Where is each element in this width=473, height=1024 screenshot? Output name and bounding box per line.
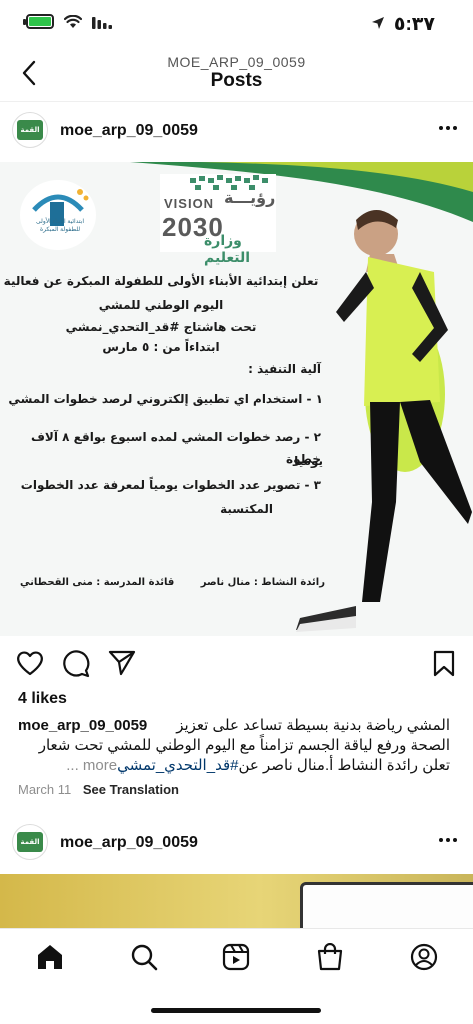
post-image[interactable]: ابتدائية الأبناء الأولى للطفولة المبكرة … xyxy=(0,162,473,636)
school-logo xyxy=(20,180,96,250)
reels-icon[interactable] xyxy=(222,943,250,971)
wifi-icon xyxy=(64,14,82,28)
home-icon[interactable] xyxy=(36,943,64,971)
status-bar: ٥:٣٧ xyxy=(0,0,473,48)
comment-icon[interactable] xyxy=(62,650,90,678)
shop-icon[interactable] xyxy=(316,943,344,971)
likes-count[interactable]: 4 likes xyxy=(18,690,67,708)
post-meta: March 11 See Translation xyxy=(18,782,179,797)
poster-line-2: اليوم الوطني للمشي xyxy=(98,298,224,312)
caption-text-2: الصحة ورفع لياقة الجسم تزامناً مع اليوم … xyxy=(38,737,450,754)
caption-text-1: المشي رياضة بدنية بسيطة تساعد على تعزيز xyxy=(176,717,450,734)
post-date: March 11 xyxy=(18,782,72,797)
search-icon[interactable] xyxy=(130,943,158,971)
avatar[interactable]: القمة xyxy=(12,824,48,860)
post2-monitor xyxy=(300,882,473,934)
profile-icon[interactable] xyxy=(410,943,438,971)
ministry-name: وزارة التعليم xyxy=(204,232,251,265)
page-title: Posts xyxy=(210,70,263,91)
battery-charging-icon xyxy=(23,14,54,29)
poster-principal: قائدة المدرسة : منى القحطاني xyxy=(20,577,175,588)
poster-step-1: ١ - استخدام اي تطبيق إلكتروني لرصد خطوات… xyxy=(8,392,323,406)
poster-line-3: تحت هاشتاج #قد_التحدي_نمشي xyxy=(65,320,257,334)
more-options-button[interactable] xyxy=(439,838,457,842)
post-actions xyxy=(0,646,473,682)
poster-line-1: تعلن إبتدائية الأبناء الأولى للطفولة الم… xyxy=(3,274,319,288)
post2-header: القمة moe_arp_09_0059 xyxy=(0,820,473,870)
poster-mechanism-title: آلية التنفيذ : xyxy=(248,362,321,376)
post-caption: moe_arp_09_0059 المشي رياضة بدنية بسيطة … xyxy=(18,716,450,776)
home-indicator xyxy=(151,1008,321,1013)
post-header: القمة moe_arp_09_0059 xyxy=(0,108,473,158)
vision-2030-logo: VISION رؤيـــة 2030 وزارة التعليم xyxy=(160,174,276,265)
more-options-button[interactable] xyxy=(439,126,457,130)
header-subtitle: MOE_ARP_09_0059 xyxy=(167,54,306,70)
post-username[interactable]: moe_arp_09_0059 xyxy=(60,122,198,140)
avatar[interactable]: القمة xyxy=(12,112,48,148)
post2-username[interactable]: moe_arp_09_0059 xyxy=(60,834,198,852)
status-time: ٥:٣٧ xyxy=(393,14,435,35)
vision-arabic: رؤيـــة xyxy=(224,190,276,207)
share-icon[interactable] xyxy=(108,650,136,676)
dot xyxy=(439,126,443,130)
dot xyxy=(446,126,450,130)
caption-hashtag[interactable]: #قد_التحدي_تمشي xyxy=(117,757,238,774)
cellular-signal-icon xyxy=(92,16,112,29)
poster-step-2b: يوميا xyxy=(294,454,323,468)
vision-word: VISION xyxy=(164,196,215,211)
post2-image[interactable] xyxy=(0,874,473,934)
see-translation-link[interactable]: See Translation xyxy=(83,782,179,797)
caption-username[interactable]: moe_arp_09_0059 xyxy=(18,716,147,736)
heart-icon[interactable] xyxy=(16,650,44,676)
avatar-text: القمة xyxy=(20,839,40,846)
caption-more[interactable]: ... more xyxy=(66,757,117,774)
dot xyxy=(453,838,457,842)
poster-step-3: ٣ - تصوير عدد الخطوات يومياً لمعرفة عدد … xyxy=(20,478,321,492)
status-icons xyxy=(23,14,114,29)
poster-step-3b: المكتسبة xyxy=(220,502,273,516)
caption-text-3: تعلن رائدة النشاط أ.منال ناصر عن xyxy=(238,757,450,774)
school-caption: ابتدائية الأبناء الأولى للطفولة المبكرة xyxy=(35,219,85,233)
dot xyxy=(453,126,457,130)
nav-header: MOE_ARP_09_0059 Posts xyxy=(0,48,473,102)
school-emblem-icon xyxy=(32,189,89,226)
avatar-text: القمة xyxy=(20,127,40,134)
poster-line-4: ابتداءاً من : ٥ مارس xyxy=(102,340,220,354)
location-arrow-icon xyxy=(372,17,384,29)
caption-line-3: تعلن رائدة النشاط أ.منال ناصر عن#قد_التح… xyxy=(18,756,450,776)
poster-activity-leader: رائدة النشاط : منال ناصر xyxy=(200,577,325,588)
bookmark-icon[interactable] xyxy=(432,650,456,678)
runner-figure xyxy=(296,210,472,632)
dot xyxy=(439,838,443,842)
dot xyxy=(446,838,450,842)
